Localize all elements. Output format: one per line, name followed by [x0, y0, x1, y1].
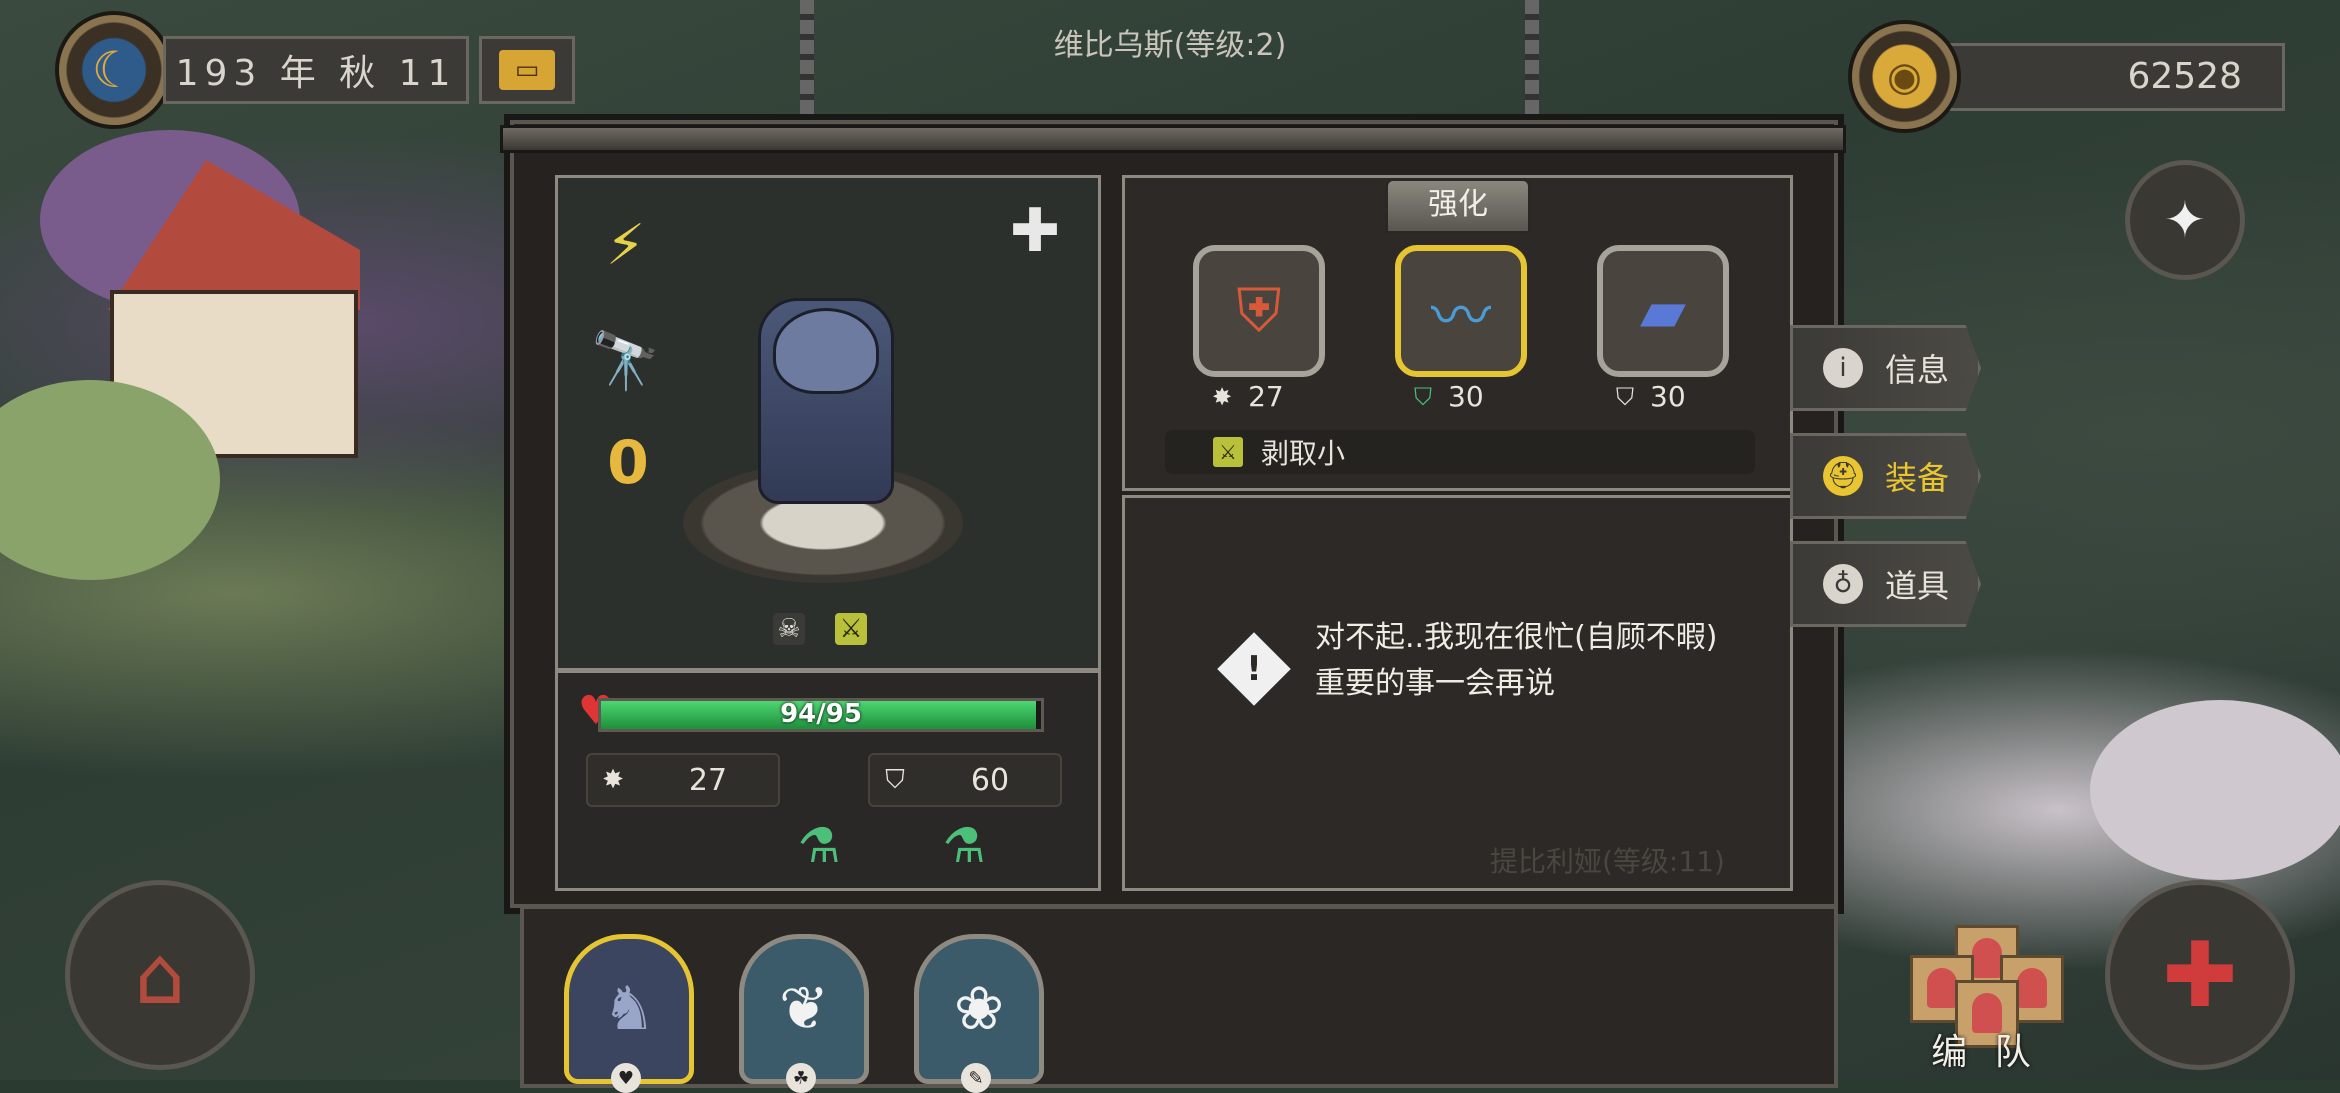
potion-icon-2[interactable]: ⚗: [938, 818, 990, 880]
character-stats: ♥ 94/95 ✸ 27 ⛉ 60 ⚗ ⚗: [555, 670, 1101, 891]
team-formation-button[interactable]: 编 队: [1900, 925, 2070, 1075]
bracer-stat-value: 30: [1650, 380, 1686, 413]
cloud: [2090, 700, 2340, 880]
npc-quest-badge[interactable]: ✦: [2125, 160, 2245, 280]
trait-icons: ☠ ⚔: [773, 613, 867, 645]
party-roster: ♞ ♥ ❦ ☘ ❀ ✎: [520, 905, 1838, 1093]
attack-icon: ✸: [602, 765, 624, 795]
skill-sword-icon[interactable]: ⚔: [835, 613, 867, 645]
side-tabs: i 信息 ⛑ 装备 ♁ 道具: [1790, 325, 1981, 649]
defense-stat: ⛉ 60: [868, 753, 1062, 807]
shield-icon: ⛉: [885, 764, 905, 795]
bracer-stat: ⛉ 30: [1616, 380, 1686, 413]
equip-slot-bracer[interactable]: ▰: [1597, 245, 1729, 377]
team-cards-icon: [1910, 925, 2064, 1048]
strengthen-button[interactable]: 强化: [1385, 178, 1531, 234]
attack-stat: ✸ 27: [586, 753, 780, 807]
hero-portrait: [773, 308, 879, 394]
tab-info[interactable]: i 信息: [1790, 325, 1981, 411]
town-map-button[interactable]: ⌂: [65, 880, 255, 1070]
party-member-bear[interactable]: ❀ ✎: [914, 934, 1044, 1093]
tab-equipment[interactable]: ⛑ 装备: [1790, 433, 1981, 519]
tab-equipment-label: 装备: [1885, 459, 1950, 497]
skill-sword-icon: ⚔: [1213, 437, 1243, 467]
gold-coin-icon: ◉: [1848, 20, 1961, 133]
add-pet-icon[interactable]: ✚: [1000, 196, 1070, 286]
hp-bar: 94/95: [598, 698, 1044, 732]
potion-bag-icon: ♁: [1823, 564, 1863, 604]
scarf-stat: ⛉ 30: [1414, 380, 1484, 413]
skill-row[interactable]: ⚔ 剥取小: [1165, 430, 1755, 474]
guild-emblem-button[interactable]: ✚: [2105, 880, 2295, 1070]
hp-text: 94/95: [780, 699, 862, 729]
helmet-icon: ⛑: [1823, 456, 1863, 496]
gold-amount: 62528: [1949, 42, 2285, 111]
tab-items-label: 道具: [1885, 567, 1950, 605]
paw-badge-icon: ☘: [786, 1063, 816, 1093]
armor-stat-value: 27: [1248, 380, 1284, 413]
class-lightning-icon[interactable]: ⚡: [578, 198, 673, 293]
info-icon: i: [1823, 348, 1863, 388]
armor-stat: ✸ 27: [1212, 380, 1284, 413]
skull-icon[interactable]: ☠: [773, 613, 805, 645]
tab-items[interactable]: ♁ 道具: [1790, 541, 1981, 627]
party-member-eagle[interactable]: ❦ ☘: [739, 934, 869, 1093]
team-formation-label: 编 队: [1931, 1032, 2039, 1073]
green-shield-icon: ⛉: [1414, 382, 1432, 411]
panel-top-rail: [500, 125, 1846, 153]
message-text: 对不起..我现在很忙(自顾不暇)重要的事一会再说: [1315, 620, 1718, 701]
warning-icon: !: [1217, 632, 1291, 706]
equip-slot-scarf[interactable]: 〰: [1395, 245, 1527, 377]
scarf-stat-value: 30: [1448, 380, 1484, 413]
claw-badge-icon: ✎: [961, 1063, 991, 1093]
telescope-icon[interactable]: 🔭: [578, 313, 673, 408]
gold-hud: ◉ 62528: [1848, 20, 2285, 133]
attack-value: 27: [688, 762, 728, 798]
character-display: ⚡ 🔭 0 ✚ ☠ ⚔: [555, 175, 1101, 671]
equip-slot-armor[interactable]: ⛨: [1193, 245, 1325, 377]
rank-badge: 0: [607, 428, 649, 498]
party-member-boar[interactable]: ♞ ♥: [564, 934, 694, 1093]
skill-label: 剥取小: [1261, 437, 1346, 470]
background-npc-label: 提比利娅(等级:11): [1490, 845, 1725, 878]
attack-icon: ✸: [1212, 382, 1233, 411]
tab-info-label: 信息: [1885, 351, 1950, 389]
potion-icon-1[interactable]: ⚗: [793, 818, 845, 880]
defense-value: 60: [970, 762, 1010, 798]
shield-badge-icon: ♥: [611, 1063, 641, 1093]
shield-icon: ⛉: [1616, 382, 1634, 411]
